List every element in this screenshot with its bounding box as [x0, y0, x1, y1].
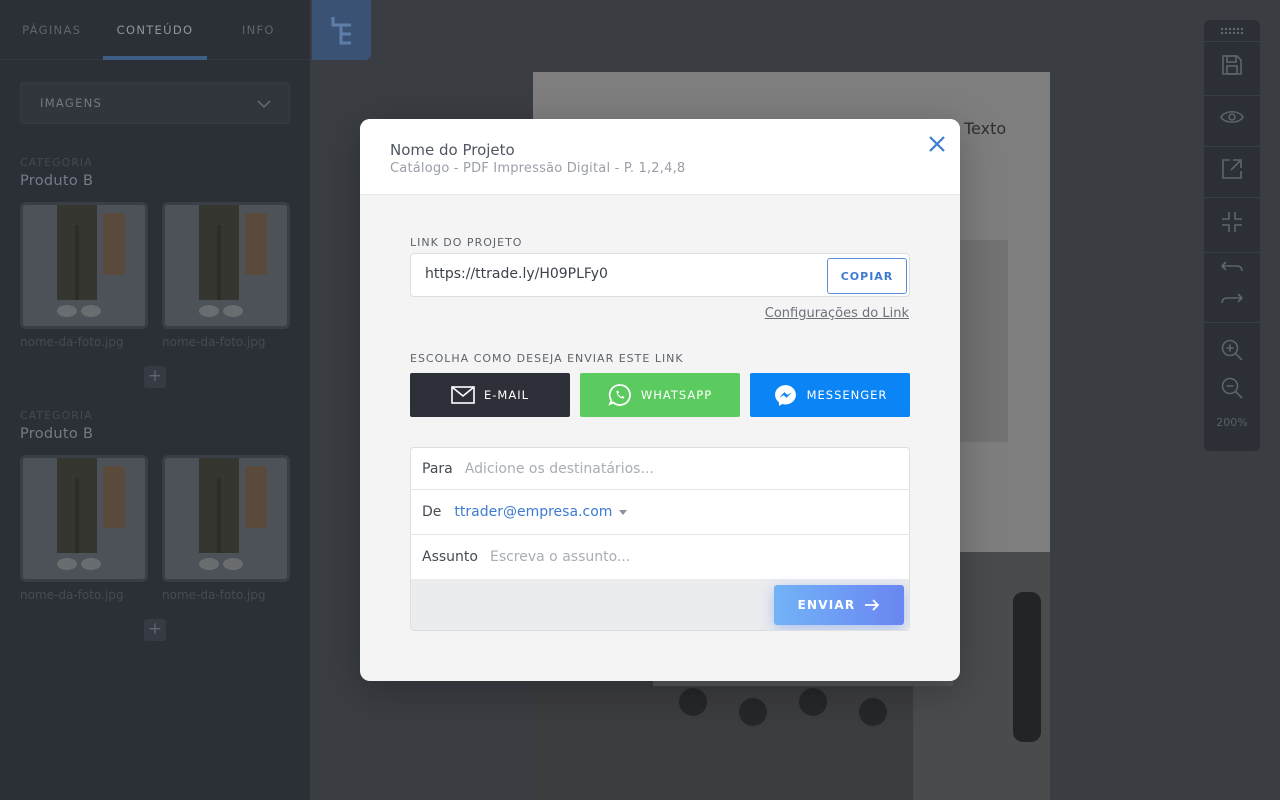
sidebar-tabs: PÁGINAS CONTEÚDO INFO — [0, 0, 310, 60]
toolbar-divider — [1204, 146, 1260, 147]
category-name: Produto B — [20, 426, 94, 442]
category-label: CATEGORIA — [20, 156, 93, 169]
link-settings-link[interactable]: Configurações do Link — [765, 306, 909, 321]
photo-caption: nome-da-foto.jpg — [20, 335, 124, 349]
content-type-select-label: IMAGENS — [40, 96, 103, 110]
toolbar-divider — [1204, 322, 1260, 323]
mail-icon — [451, 386, 475, 404]
photo-thumbnail[interactable] — [162, 202, 290, 329]
to-label: Para — [422, 460, 453, 477]
modal-title: Nome do Projeto — [390, 141, 515, 159]
caret-down-icon[interactable] — [619, 509, 628, 515]
messenger-icon — [773, 383, 798, 408]
subject-label: Assunto — [422, 549, 478, 565]
photo-caption: nome-da-foto.jpg — [162, 588, 266, 602]
zoom-level: 200% — [1216, 416, 1248, 429]
category-label: CATEGORIA — [20, 409, 93, 422]
undo-icon[interactable] — [1220, 258, 1244, 282]
eye-icon[interactable] — [1220, 105, 1244, 129]
photo-image — [23, 458, 145, 579]
subject-input[interactable]: Escreva o assunto... — [490, 549, 630, 565]
drag-handle-icon[interactable] — [1220, 27, 1244, 34]
from-label: De — [422, 504, 442, 520]
share-method-label: ESCOLHA COMO DESEJA ENVIAR ESTE LINK — [410, 352, 684, 365]
category-name: Produto B — [20, 173, 94, 189]
to-input[interactable]: Adicione os destinatários... — [465, 461, 654, 477]
to-row[interactable]: Para Adicione os destinatários... — [411, 448, 909, 490]
collapse-icon[interactable] — [1220, 210, 1244, 234]
save-icon[interactable] — [1220, 53, 1244, 77]
add-photo-button[interactable]: + — [144, 619, 166, 641]
photo-thumbnail[interactable] — [20, 202, 148, 329]
modal-header: Nome do Projeto Catálogo - PDF Impressão… — [360, 119, 960, 195]
email-form: Para Adicione os destinatários... De ttr… — [410, 447, 910, 631]
zoom-in-icon[interactable] — [1220, 338, 1244, 362]
add-photo-button[interactable]: + — [144, 366, 166, 388]
zoom-out-icon[interactable] — [1220, 376, 1244, 400]
toolbar-divider — [1204, 197, 1260, 198]
app-logo-button[interactable] — [312, 0, 371, 60]
photo-thumbnail[interactable] — [20, 455, 148, 582]
subject-row[interactable]: Assunto Escreva o assunto... — [411, 535, 909, 579]
link-section-label: LINK DO PROJETO — [410, 236, 523, 249]
send-button[interactable]: ENVIAR — [774, 585, 904, 625]
photo-caption: nome-da-foto.jpg — [20, 588, 124, 602]
right-toolbar: 200% — [1204, 20, 1260, 451]
chevron-down-icon — [257, 94, 271, 113]
arrow-right-icon — [864, 599, 880, 611]
toolbar-divider — [1204, 41, 1260, 42]
share-email-label: E-MAIL — [483, 388, 529, 402]
photo-image — [165, 458, 287, 579]
page-text-fragment: Texto — [964, 119, 1007, 138]
form-footer: ENVIAR — [411, 579, 909, 630]
from-select[interactable]: ttrader@empresa.com — [454, 504, 612, 520]
share-whatsapp-label: WHATSAPP — [640, 388, 713, 402]
share-messenger-button[interactable]: MESSENGER — [750, 373, 910, 417]
share-email-button[interactable]: E-MAIL — [410, 373, 570, 417]
share-messenger-label: MESSENGER — [806, 388, 888, 402]
project-link-value: https://ttrade.ly/H09PLFy0 — [425, 266, 608, 282]
toolbar-divider — [1204, 252, 1260, 253]
share-whatsapp-button[interactable]: WHATSAPP — [580, 373, 740, 417]
project-link-field[interactable]: https://ttrade.ly/H09PLFy0 COPIAR — [410, 253, 910, 297]
modal-subtitle: Catálogo - PDF Impressão Digital - P. 1,… — [390, 161, 686, 176]
toolbar-divider — [1204, 95, 1260, 96]
close-icon[interactable] — [927, 134, 947, 154]
sidebar: PÁGINAS CONTEÚDO INFO IMAGENS CATEGORIA … — [0, 0, 310, 800]
photo-thumbnail[interactable] — [162, 455, 290, 582]
photo-image — [23, 205, 145, 326]
tab-info[interactable]: INFO — [207, 0, 310, 59]
tab-conteudo[interactable]: CONTEÚDO — [103, 0, 207, 60]
photo-caption: nome-da-foto.jpg — [162, 335, 266, 349]
tab-paginas[interactable]: PÁGINAS — [0, 0, 103, 59]
from-row[interactable]: De ttrader@empresa.com — [411, 490, 909, 535]
whatsapp-icon — [608, 383, 632, 407]
send-button-label: ENVIAR — [797, 598, 856, 612]
content-type-select[interactable]: IMAGENS — [20, 82, 290, 124]
redo-icon[interactable] — [1220, 288, 1244, 312]
open-external-icon[interactable] — [1220, 157, 1244, 181]
share-project-modal: Nome do Projeto Catálogo - PDF Impressão… — [360, 119, 960, 681]
logo-icon — [331, 17, 351, 45]
copy-link-button[interactable]: COPIAR — [827, 258, 907, 294]
photo-image — [165, 205, 287, 326]
